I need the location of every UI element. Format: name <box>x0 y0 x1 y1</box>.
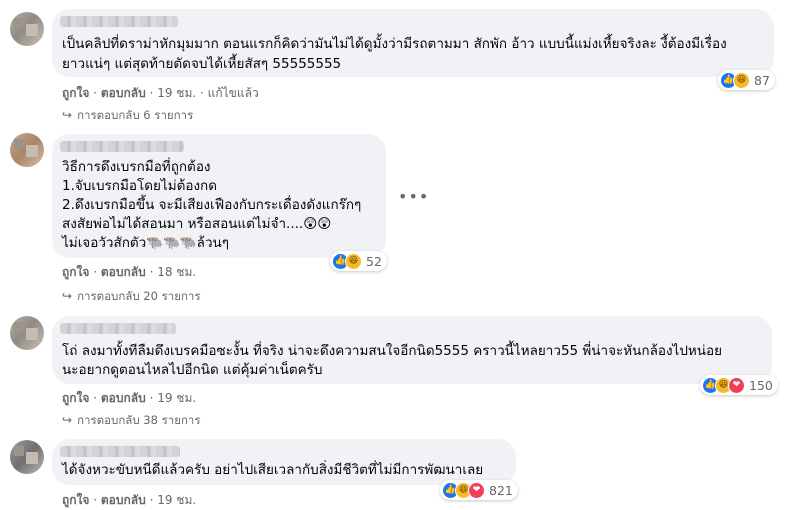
comment-line: ไม่เจอวัวสักตัว🐃🐃🐃ล้วนๆ <box>62 235 230 251</box>
comment-line: สงสัยพ่อไม่ได้สอนมา หรือสอนแต่ไม่จำ....😲… <box>62 216 332 232</box>
reaction-count: 87 <box>754 72 770 88</box>
comment-actions: ถูกใจ · ตอบกลับ · 19 ชม. <box>62 493 197 507</box>
love-icon: ❤ <box>468 481 485 499</box>
replies-count-label: การตอบกลับ 38 รายการ <box>77 413 201 427</box>
reaction-summary[interactable]: 👍 😆 ❤ 821 <box>440 480 518 500</box>
author-name-redacted[interactable] <box>60 16 178 27</box>
like-link[interactable]: ถูกใจ <box>62 493 89 507</box>
like-link[interactable]: ถูกใจ <box>62 265 89 279</box>
replies-count-label: การตอบกลับ 6 รายการ <box>77 108 194 122</box>
love-icon: ❤ <box>728 376 745 394</box>
reaction-summary[interactable]: 👍 😆 87 <box>718 70 775 90</box>
author-name-redacted[interactable] <box>60 323 176 334</box>
reply-link[interactable]: ตอบกลับ <box>101 265 146 279</box>
comment-line: 2.ดึงเบรกมือขึ้น จะมีเสียงเฟืองกับกระเดื… <box>62 197 362 213</box>
haha-icon: 😆 <box>733 71 750 89</box>
comment-bubble: โถ่ ลงมาทั้งทีลืมดึงเบรคมือซะงั้น ที่จริ… <box>52 316 772 384</box>
reply-link[interactable]: ตอบกลับ <box>101 86 146 100</box>
reply-arrow-icon: ↪ <box>62 413 73 427</box>
replies-count-label: การตอบกลับ 20 รายการ <box>77 289 201 303</box>
comment-line: วิธีการดึงเบรกมือที่ถูกต้อง <box>62 159 211 175</box>
avatar[interactable] <box>10 316 44 350</box>
author-name-redacted[interactable] <box>60 141 184 152</box>
view-replies-link[interactable]: ↪ การตอบกลับ 38 รายการ <box>62 412 201 430</box>
comment-time[interactable]: 18 ชม. <box>157 265 196 279</box>
comment-line: ได้จังหวะขับหนีดีแล้วครับ อย่าไปเสียเวลา… <box>62 462 484 478</box>
like-link[interactable]: ถูกใจ <box>62 86 89 100</box>
author-name-redacted[interactable] <box>60 446 180 457</box>
comment-bubble: เป็นคลิปที่ดราม่าหักมุมมาก ตอนแรกก็คิดว่… <box>52 9 774 77</box>
reply-arrow-icon: ↪ <box>62 108 73 122</box>
reply-link[interactable]: ตอบกลับ <box>101 493 146 507</box>
comment-time[interactable]: 19 ชม. <box>157 493 196 507</box>
reply-arrow-icon: ↪ <box>62 289 73 303</box>
edited-label: แก้ไขแล้ว <box>207 86 259 100</box>
reaction-count: 52 <box>366 253 382 269</box>
avatar[interactable] <box>10 133 44 167</box>
comment-time[interactable]: 19 ชม. <box>157 86 196 100</box>
haha-icon: 😆 <box>345 252 362 270</box>
comment-actions: ถูกใจ · ตอบกลับ · 18 ชม. <box>62 265 197 279</box>
view-replies-link[interactable]: ↪ การตอบกลับ 6 รายการ <box>62 107 193 125</box>
reaction-summary[interactable]: 👍 😆 52 <box>330 251 387 271</box>
comment-actions: ถูกใจ · ตอบกลับ · 19 ชม. <box>62 391 197 405</box>
comment-bubble: ได้จังหวะขับหนีดีแล้วครับ อย่าไปเสียเวลา… <box>52 439 516 485</box>
reaction-count: 150 <box>749 377 773 393</box>
comment-time[interactable]: 19 ชม. <box>157 391 196 405</box>
comment-line: โถ่ ลงมาทั้งทีลืมดึงเบรคมือซะงั้น ที่จริ… <box>62 343 723 359</box>
comment-line: 1.จับเบรกมือโดยไม่ต้องกด <box>62 178 217 194</box>
comment-line: เป็นคลิปที่ดราม่าหักมุมมาก ตอนแรกก็คิดว่… <box>62 36 727 52</box>
view-replies-link[interactable]: ↪ การตอบกลับ 20 รายการ <box>62 288 201 306</box>
like-link[interactable]: ถูกใจ <box>62 391 89 405</box>
more-options-icon[interactable]: ••• <box>398 187 429 206</box>
reaction-summary[interactable]: 👍 😆 ❤ 150 <box>700 375 778 395</box>
avatar[interactable] <box>10 12 44 46</box>
comment-line: ยาวแน่ๆ แต่สุดท้ายตัดจบได้เหี้ยสัสๆ 5555… <box>62 56 342 72</box>
comment-bubble: วิธีการดึงเบรกมือที่ถูกต้อง 1.จับเบรกมือ… <box>52 134 386 258</box>
reply-link[interactable]: ตอบกลับ <box>101 391 146 405</box>
comment-actions: ถูกใจ · ตอบกลับ · 19 ชม. · แก้ไขแล้ว <box>62 86 259 100</box>
avatar[interactable] <box>10 440 44 474</box>
comment-line: นะอยากดูตอนไหลไปอีกนิด แต่คุ้มค่าเน็ตครั… <box>62 362 323 378</box>
reaction-count: 821 <box>489 482 513 498</box>
